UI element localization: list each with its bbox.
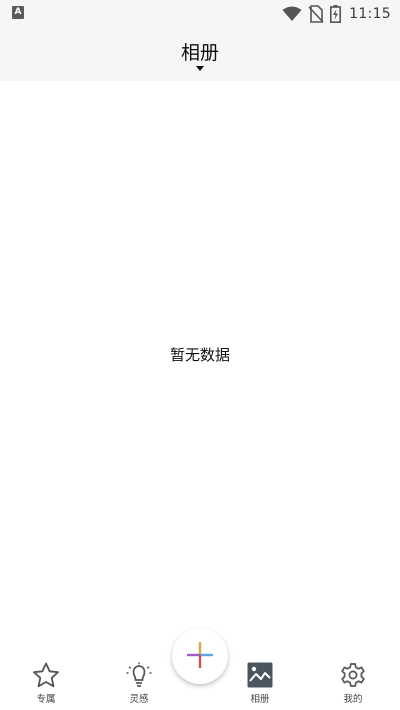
- caret-down-icon[interactable]: [196, 66, 204, 71]
- status-time: 11:15: [349, 6, 391, 22]
- gear-icon: [341, 663, 365, 687]
- album-icon: [247, 662, 273, 688]
- tab-label: 专属: [36, 694, 56, 705]
- wifi-icon: [282, 6, 302, 21]
- tab-mine[interactable]: 我的: [323, 662, 383, 708]
- tab-album[interactable]: 相册: [230, 662, 290, 708]
- lightbulb-icon: [126, 662, 152, 687]
- tab-label: 相册: [250, 694, 270, 705]
- status-icons: 11:15: [282, 4, 391, 24]
- tab-label: 灵感: [129, 694, 149, 705]
- no-sim-icon: [308, 5, 324, 23]
- app-header: 相册: [0, 28, 400, 81]
- tab-exclusive[interactable]: 专属: [16, 662, 76, 708]
- tab-label: 我的: [343, 694, 363, 705]
- tab-inspiration[interactable]: 灵感: [109, 662, 169, 708]
- notification-app-icon: A: [12, 6, 24, 19]
- add-button[interactable]: [172, 628, 228, 684]
- plus-icon: [187, 642, 213, 668]
- page-title[interactable]: 相册: [0, 38, 400, 65]
- status-bar: A 11:15: [0, 0, 400, 28]
- battery-charging-icon: [330, 5, 342, 23]
- empty-state-text: 暂无数据: [169, 346, 230, 364]
- star-icon: [33, 662, 59, 688]
